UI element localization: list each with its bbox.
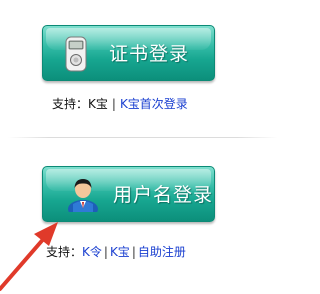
separator: | (103, 245, 108, 259)
cert-login-button[interactable]: 证书登录 (42, 25, 215, 81)
kbao-first-login-link[interactable]: K宝首次登录 (120, 97, 188, 111)
support-item-kbao: K宝 (88, 97, 108, 111)
usb-key-icon (65, 36, 87, 76)
self-register-link[interactable]: 自助注册 (138, 245, 186, 259)
username-support-line: 支持：K令 | K宝 | 自助注册 (46, 245, 186, 259)
username-login-label: 用户名登录 (113, 184, 214, 206)
separator: | (131, 245, 136, 259)
user-avatar-icon (67, 176, 99, 218)
support-prefix: 支持： (46, 245, 83, 259)
kbao-link[interactable]: K宝 (110, 245, 130, 259)
separator: | (111, 97, 116, 111)
kling-link[interactable]: K令 (82, 245, 102, 259)
cert-login-label: 证书登录 (109, 43, 190, 65)
support-prefix: 支持： (52, 97, 89, 111)
section-divider (8, 137, 278, 138)
username-login-button[interactable]: 用户名登录 (42, 166, 215, 222)
cert-support-line: 支持：K宝 | K宝首次登录 (52, 97, 188, 111)
